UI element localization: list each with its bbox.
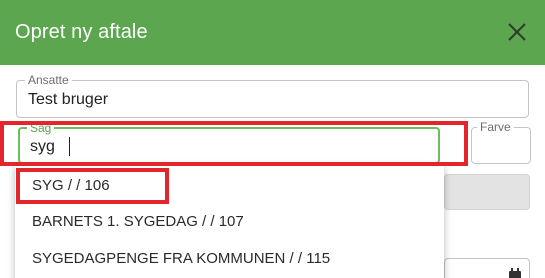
sag-dropdown: SYG / / 106 BARNETS 1. SYGEDAG / / 107 S… xyxy=(15,164,444,278)
ansatte-value: Test bruger xyxy=(28,91,109,108)
farve-field[interactable]: Farve xyxy=(471,120,531,164)
dropdown-option[interactable]: BARNETS 1. SYGEDAG / / 107 xyxy=(32,213,244,230)
text-caret xyxy=(69,137,70,156)
dialog-header: Opret ny aftale xyxy=(0,0,545,65)
ansatte-label: Ansatte xyxy=(25,73,72,87)
disabled-field xyxy=(444,174,530,210)
sag-label: Sag xyxy=(27,121,55,135)
sag-field[interactable]: Sag xyxy=(18,121,440,164)
calendar-icon[interactable] xyxy=(508,268,522,278)
ansatte-field[interactable]: Ansatte Test bruger xyxy=(16,73,529,118)
sag-input[interactable] xyxy=(30,136,410,158)
close-button[interactable] xyxy=(502,17,532,47)
dropdown-option[interactable]: SYGEDAGPENGE FRA KOMMUNEN / / 115 xyxy=(32,250,330,267)
dialog-title: Opret ny aftale xyxy=(15,21,148,43)
dropdown-option[interactable]: SYG / / 106 xyxy=(32,177,110,194)
close-icon xyxy=(508,23,526,41)
farve-label: Farve xyxy=(477,120,514,134)
